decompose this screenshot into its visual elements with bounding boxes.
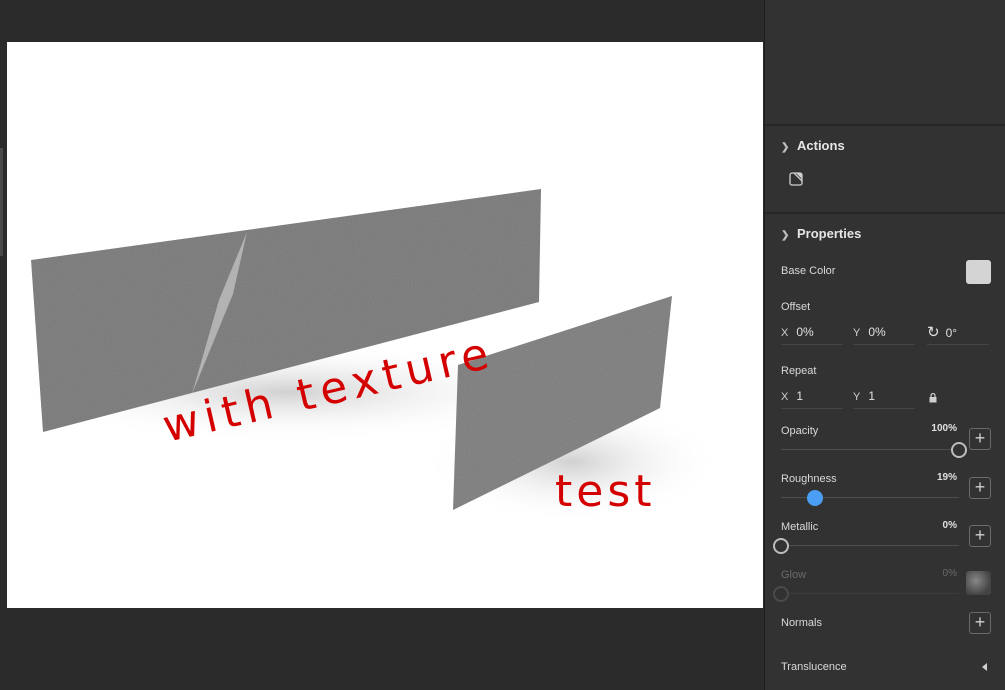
- repeat-x-field[interactable]: X1: [781, 389, 843, 409]
- opacity-slider-track[interactable]: [781, 449, 959, 450]
- annotation-test: test: [555, 466, 656, 517]
- metallic-value: 0%: [942, 520, 957, 531]
- opacity-slider-thumb[interactable]: [951, 442, 967, 458]
- base-color-label: Base Color: [781, 265, 836, 277]
- expand-arrow-icon[interactable]: [982, 663, 987, 671]
- roughness-value: 19%: [936, 472, 957, 483]
- scene-render: with texture test: [7, 189, 722, 522]
- roughness-add-button[interactable]: +: [969, 477, 991, 499]
- metallic-slider-track[interactable]: [781, 545, 959, 546]
- opacity-add-button[interactable]: +: [969, 428, 991, 450]
- chevron-down-icon: ❯: [781, 230, 790, 241]
- translucence-label: Translucence: [781, 661, 847, 673]
- properties-title: Properties: [797, 226, 862, 241]
- offset-x-field[interactable]: X 0%: [781, 325, 843, 345]
- base-color-swatch[interactable]: [966, 260, 991, 284]
- roughness-label: Roughness: [781, 473, 837, 485]
- actions-title: Actions: [797, 138, 845, 153]
- panel-divider: [765, 212, 1005, 214]
- offset-y-field[interactable]: Y 0%: [853, 325, 915, 345]
- sticker-icon[interactable]: [789, 172, 803, 186]
- properties-header[interactable]: ❯ Properties: [781, 226, 861, 241]
- metallic-label: Metallic: [781, 521, 819, 533]
- glow-value: 0%: [942, 568, 957, 579]
- offset-rotation-field[interactable]: ↻ 0°: [927, 323, 989, 345]
- glow-slider-thumb: [773, 586, 789, 602]
- glow-slider-track: [781, 593, 959, 594]
- render-canvas[interactable]: with texture test: [7, 42, 763, 608]
- panel-divider: [765, 124, 1005, 126]
- normals-label: Normals: [781, 617, 822, 629]
- opacity-label: Opacity: [781, 425, 819, 437]
- metallic-slider-thumb[interactable]: [773, 538, 789, 554]
- actions-header[interactable]: ❯ Actions: [781, 138, 845, 153]
- repeat-y-field[interactable]: Y1: [853, 389, 915, 409]
- chevron-down-icon: ❯: [781, 142, 790, 153]
- viewport-scrollbar[interactable]: [0, 148, 3, 256]
- rotate-icon: ↻: [927, 324, 940, 341]
- viewport-area: with texture test: [0, 0, 764, 690]
- glow-label: Glow: [781, 569, 807, 581]
- glow-texture-thumbnail[interactable]: [966, 571, 991, 595]
- properties-panel: ❯ Actions ❯ Properties Base Color Offset X…: [764, 0, 1005, 690]
- roughness-slider-thumb[interactable]: [806, 490, 823, 506]
- repeat-label: Repeat: [781, 365, 817, 377]
- opacity-value: 100%: [931, 423, 957, 434]
- lock-icon[interactable]: [929, 390, 937, 408]
- offset-label: Offset: [781, 301, 811, 313]
- normals-add-button[interactable]: +: [969, 612, 991, 634]
- metallic-add-button[interactable]: +: [969, 525, 991, 547]
